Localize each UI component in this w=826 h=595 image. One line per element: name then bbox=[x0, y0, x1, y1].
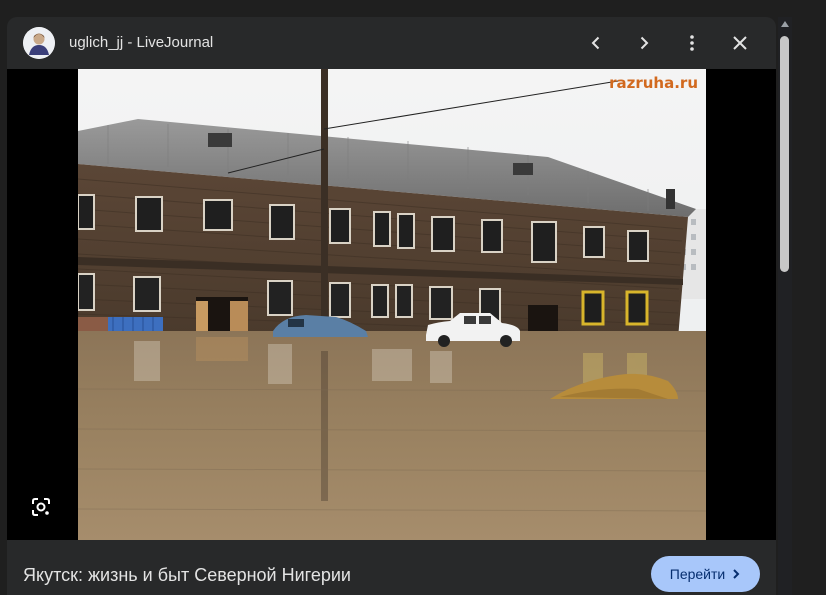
lens-search-icon bbox=[32, 498, 50, 516]
image-viewer: razruha.ru bbox=[7, 69, 776, 540]
scroll-up-arrow-icon[interactable] bbox=[779, 19, 791, 29]
scrollbar-thumb[interactable] bbox=[780, 36, 789, 272]
close-button[interactable] bbox=[725, 28, 755, 58]
lens-search-button[interactable] bbox=[29, 495, 53, 519]
preview-image[interactable]: razruha.ru bbox=[78, 69, 706, 540]
image-watermark: razruha.ru bbox=[609, 74, 698, 92]
visit-button-label: Перейти bbox=[669, 566, 726, 582]
previous-button[interactable] bbox=[581, 28, 611, 58]
more-options-button[interactable] bbox=[677, 28, 707, 58]
preview-header: uglich_jj - LiveJournal bbox=[7, 17, 776, 69]
chevron-left-icon bbox=[591, 36, 600, 50]
source-avatar[interactable] bbox=[23, 27, 55, 59]
preview-footer: Якутск: жизнь и быт Северной Нигерии Пер… bbox=[7, 540, 776, 595]
close-icon bbox=[733, 36, 747, 50]
flooded-building-photo bbox=[78, 69, 706, 540]
image-preview-panel: uglich_jj - LiveJournal razruha.ru Якутс… bbox=[7, 17, 776, 595]
chevron-right-icon bbox=[640, 36, 649, 50]
image-caption[interactable]: Якутск: жизнь и быт Северной Нигерии bbox=[23, 564, 351, 586]
more-vert-icon bbox=[690, 35, 694, 51]
source-title[interactable]: uglich_jj - LiveJournal bbox=[69, 33, 213, 53]
chevron-right-icon bbox=[733, 569, 740, 579]
visit-button[interactable]: Перейти bbox=[651, 556, 760, 592]
next-button[interactable] bbox=[629, 28, 659, 58]
